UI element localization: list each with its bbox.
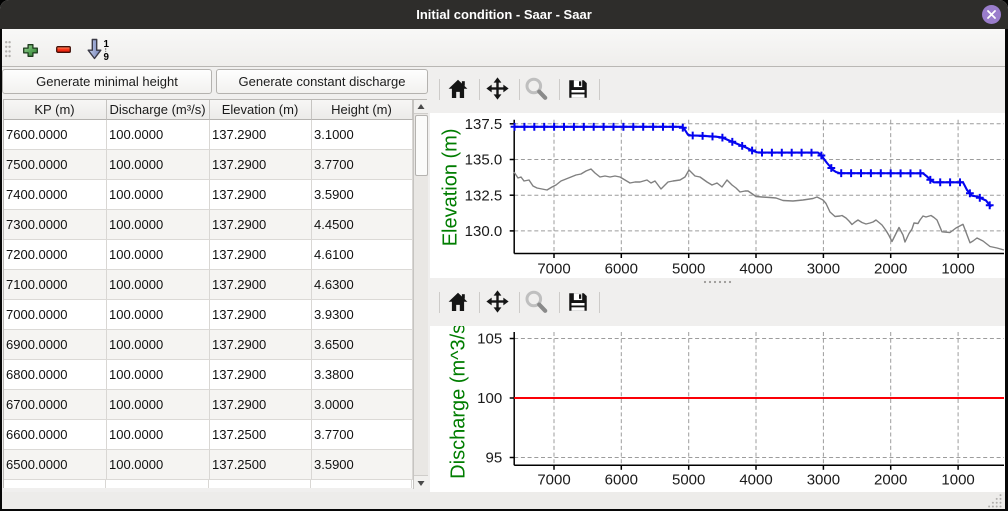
svg-text:3000: 3000 [807,472,840,489]
svg-text:2000: 2000 [874,472,907,489]
svg-text:4000: 4000 [739,261,772,278]
svg-text:Discharge (m^3/s): Discharge (m^3/s) [448,326,470,479]
svg-text:6000: 6000 [605,472,638,489]
svg-text:1000: 1000 [941,472,974,489]
svg-text:130.0: 130.0 [465,223,503,240]
svg-text:1: 1 [104,39,110,50]
svg-text:5000: 5000 [672,472,705,489]
svg-text:95: 95 [486,450,503,467]
svg-text:Elevation (m): Elevation (m) [440,128,462,246]
svg-text:135.0: 135.0 [465,152,503,169]
svg-text:1000: 1000 [941,261,974,278]
svg-text:100: 100 [477,390,502,407]
svg-text:6000: 6000 [605,261,638,278]
svg-text:5000: 5000 [672,261,705,278]
svg-text:132.5: 132.5 [465,187,503,204]
svg-text:9: 9 [104,52,110,61]
svg-text:137.5: 137.5 [465,116,503,133]
svg-text:4000: 4000 [739,472,772,489]
svg-text:105: 105 [477,331,502,348]
svg-text:3000: 3000 [807,261,840,278]
svg-text:7000: 7000 [537,261,570,278]
svg-text:2000: 2000 [874,261,907,278]
svg-text:7000: 7000 [537,472,570,489]
